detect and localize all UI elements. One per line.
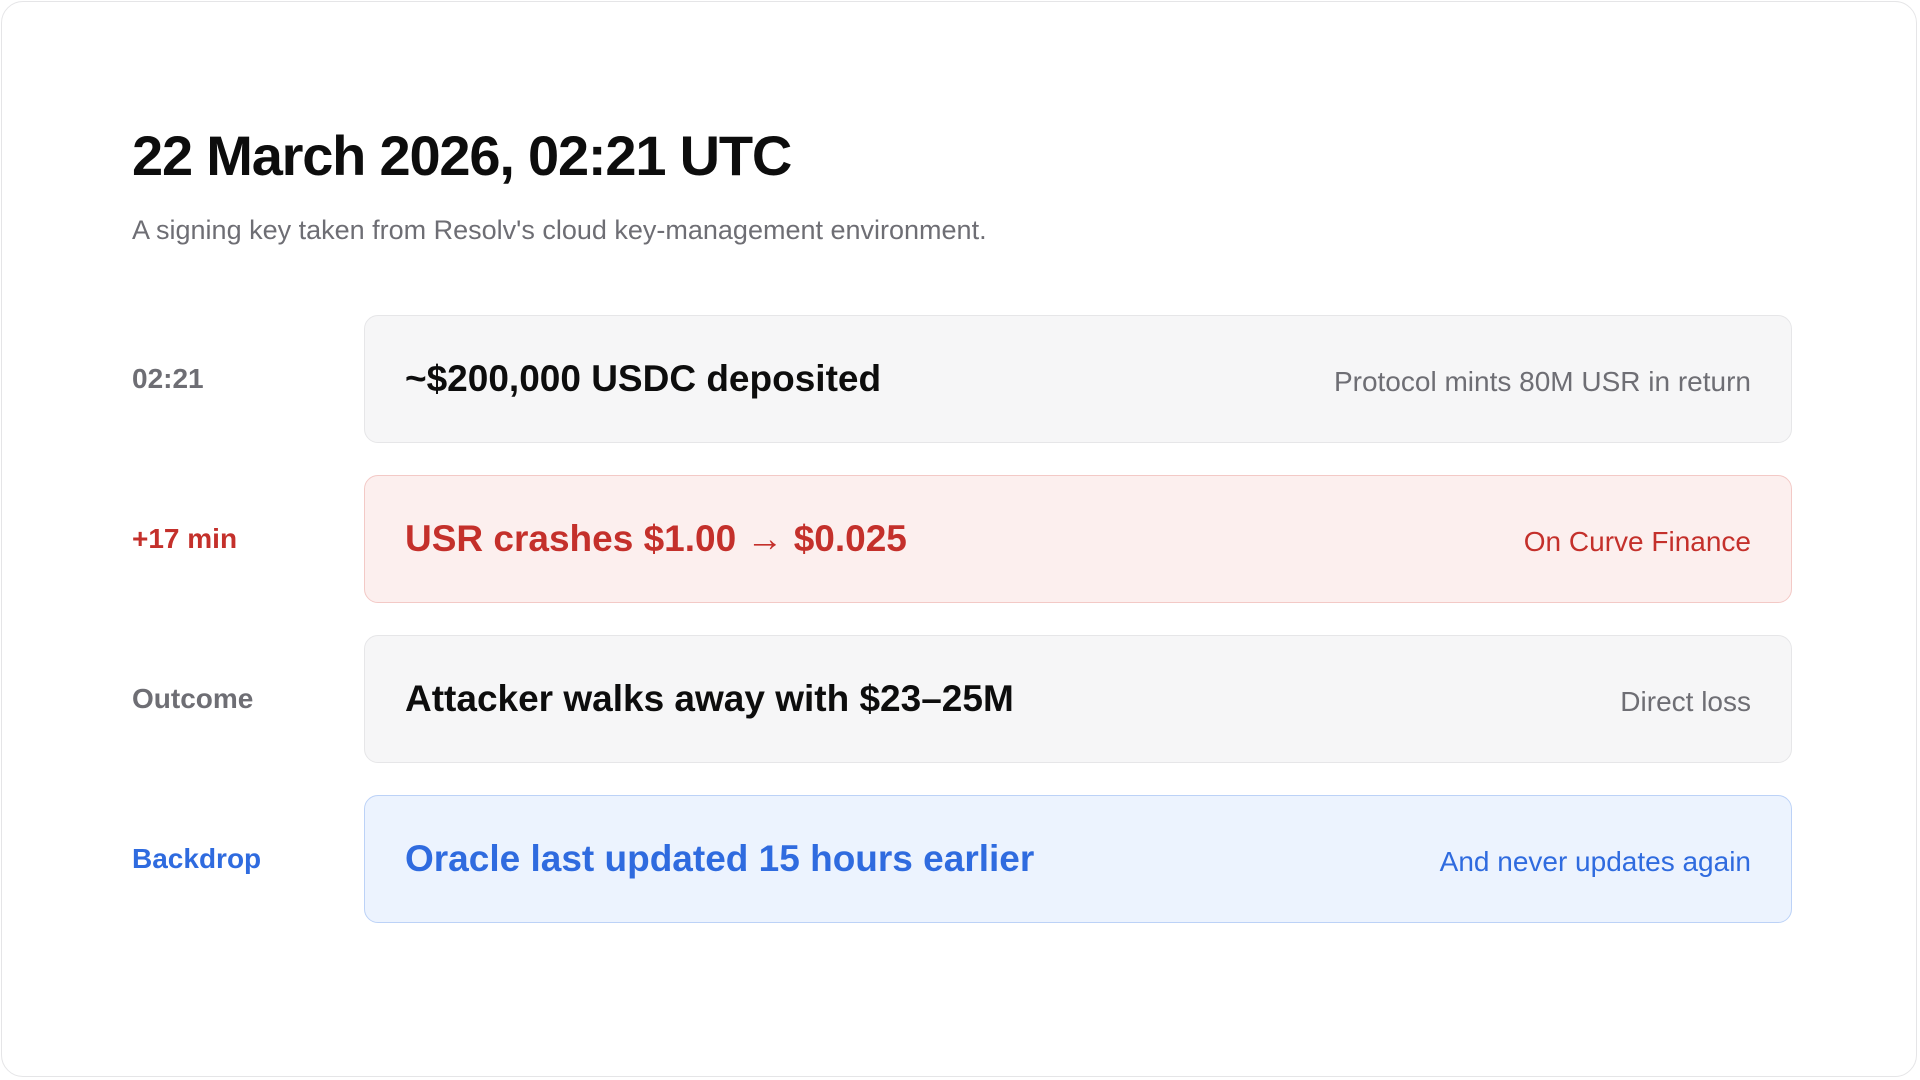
page-subtitle: A signing key taken from Resolv's cloud … xyxy=(132,215,987,245)
timeline-time-label: Outcome xyxy=(132,683,254,714)
timeline-event-note: Protocol mints 80M USR in return xyxy=(1333,366,1751,397)
timeline-event-note: On Curve Finance xyxy=(1523,526,1751,557)
timeline-event-title: USR crashes $1.00 → $0.025 xyxy=(405,518,907,559)
timeline-event-note: And never updates again xyxy=(1439,846,1751,877)
timeline-time-label: 02:21 xyxy=(132,363,204,394)
timeline-event-box: Oracle last updated 15 hours earlier And… xyxy=(364,795,1792,923)
timeline-event-box: ~$200,000 USDC deposited Protocol mints … xyxy=(364,315,1792,443)
timeline-row-deposit: 02:21 ~$200,000 USDC deposited Protocol … xyxy=(132,315,1792,443)
timeline-event-box: USR crashes $1.00 → $0.025 On Curve Fina… xyxy=(364,475,1792,603)
timeline-row-crash: +17 min USR crashes $1.00 → $0.025 On Cu… xyxy=(132,475,1792,603)
page-title: 22 March 2026, 02:21 UTC xyxy=(132,124,792,187)
timeline-time-label: Backdrop xyxy=(132,843,262,874)
timeline-event-title: Oracle last updated 15 hours earlier xyxy=(405,838,1035,879)
timeline-event-note: Direct loss xyxy=(1620,686,1751,717)
timeline-time-label: +17 min xyxy=(132,523,238,554)
timeline-card: 22 March 2026, 02:21 UTC A signing key t… xyxy=(1,1,1917,1077)
timeline-event-box: Attacker walks away with $23–25M Direct … xyxy=(364,635,1792,763)
timeline-row-backdrop: Backdrop Oracle last updated 15 hours ea… xyxy=(132,795,1792,923)
timeline-event-title: ~$200,000 USDC deposited xyxy=(405,358,882,399)
timeline-row-outcome: Outcome Attacker walks away with $23–25M… xyxy=(132,635,1792,763)
timeline-event-title: Attacker walks away with $23–25M xyxy=(405,678,1014,719)
